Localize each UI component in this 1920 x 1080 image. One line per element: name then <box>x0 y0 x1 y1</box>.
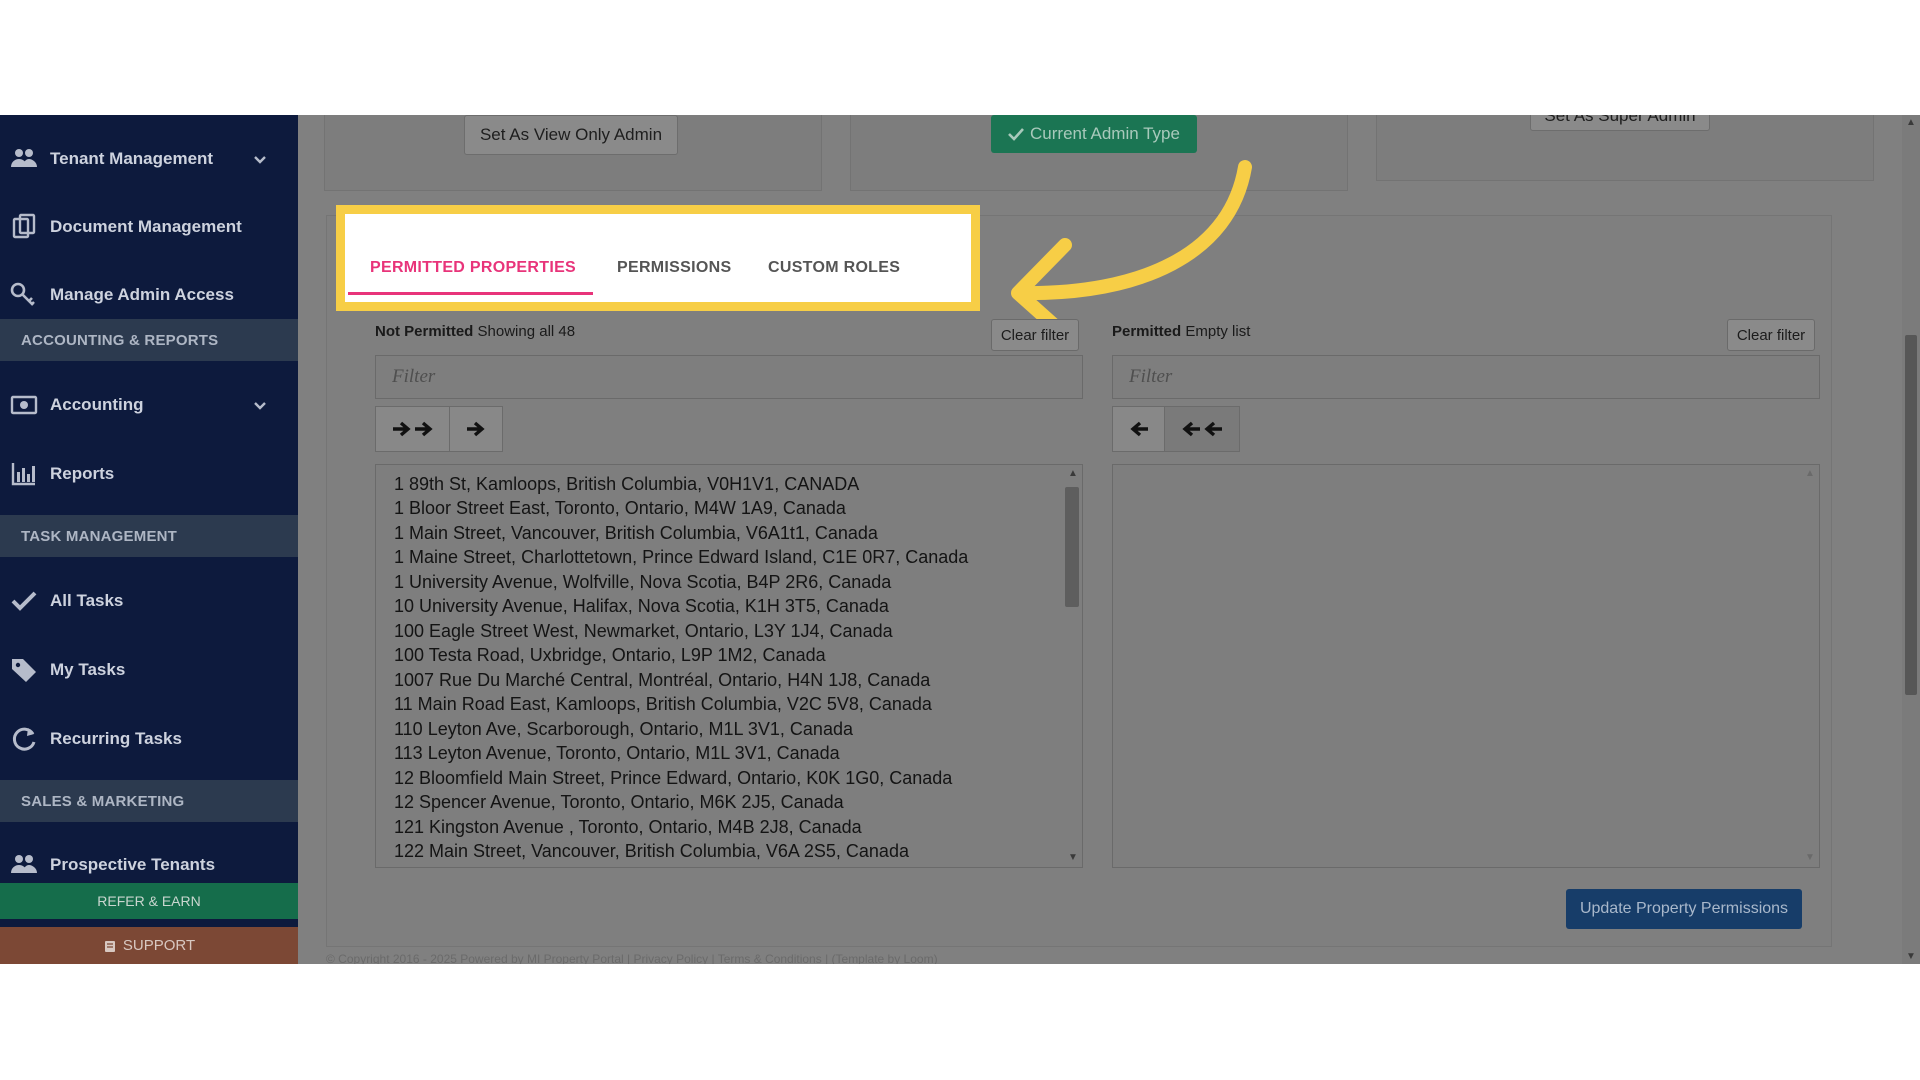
sidebar-item-tenant-management[interactable]: Tenant Management <box>0 127 298 191</box>
tab-custom-roles[interactable]: CUSTOM ROLES <box>768 259 900 277</box>
list-item[interactable]: 110 Leyton Ave, Scarborough, Ontario, M1… <box>394 719 853 740</box>
move-selected-right-button[interactable] <box>449 406 503 452</box>
list-item[interactable]: 1007 Rue Du Marché Central, Montréal, On… <box>394 670 930 691</box>
refer-earn-button[interactable]: REFER & EARN <box>0 883 298 919</box>
sidebar-item-reports[interactable]: Reports <box>0 442 298 506</box>
arrow-left-icon <box>1130 421 1148 437</box>
list-item[interactable]: 1 Bloor Street East, Toronto, Ontario, M… <box>394 498 846 519</box>
chevron-down-icon <box>254 156 266 164</box>
sidebar-item-accounting[interactable]: Accounting <box>0 373 298 437</box>
page-scrollbar-thumb[interactable] <box>1905 335 1917 695</box>
move-all-left-button[interactable] <box>1164 406 1240 452</box>
clear-filter-button-not-permitted[interactable]: Clear filter <box>991 319 1079 351</box>
sidebar-item-recurring-tasks[interactable]: Recurring Tasks <box>0 707 298 771</box>
list-item[interactable]: 12 Spencer Avenue, Toronto, Ontario, M6K… <box>394 792 844 813</box>
clear-filter-button-permitted[interactable]: Clear filter <box>1727 319 1815 351</box>
set-super-admin-button[interactable]: Set As Super Admin <box>1530 115 1710 131</box>
section-task-management: TASK MANAGEMENT <box>0 515 298 557</box>
users-icon <box>11 855 37 873</box>
permitted-header: Permitted Empty list <box>1112 323 1251 340</box>
scroll-up-icon[interactable]: ▲ <box>1805 469 1815 479</box>
not-permitted-listbox[interactable]: 1 89th St, Kamloops, British Columbia, V… <box>375 464 1083 868</box>
list-item[interactable]: 1 University Avenue, Wolfville, Nova Sco… <box>394 572 891 593</box>
annotation-arrow-icon <box>1011 160 1252 325</box>
sidebar-item-label: Prospective Tenants <box>50 855 216 874</box>
listbox-scrollbar[interactable]: ▲ ▼ <box>1064 465 1082 867</box>
double-arrow-right-icon <box>393 421 433 437</box>
app-window: Tenant Management Document Management Ma… <box>0 115 1920 964</box>
footer-copyright: © Copyright 2016 - 2025 Powered by MI Pr… <box>326 952 938 964</box>
sidebar-item-label: Document Management <box>50 217 242 236</box>
sidebar-item-label: Manage Admin Access <box>50 285 234 304</box>
listbox-scrollbar[interactable]: ▲ ▼ <box>1801 465 1819 867</box>
support-button[interactable]: SUPPORT <box>0 927 298 964</box>
scroll-up-icon[interactable]: ▲ <box>1068 469 1078 479</box>
active-tab-indicator <box>348 292 593 295</box>
ticket-icon <box>104 940 115 952</box>
list-item[interactable]: 1 Main Street, Vancouver, British Columb… <box>394 523 878 544</box>
scrollbar-thumb[interactable] <box>1065 487 1079 607</box>
sidebar-item-my-tasks[interactable]: My Tasks <box>0 638 298 702</box>
list-item[interactable]: 10 University Avenue, Halifax, Nova Scot… <box>394 596 889 617</box>
scroll-down-icon[interactable]: ▼ <box>1805 853 1815 863</box>
sidebar-item-all-tasks[interactable]: All Tasks <box>0 569 298 633</box>
scroll-up-icon[interactable]: ▲ <box>1906 117 1916 128</box>
set-view-only-admin-button[interactable]: Set As View Only Admin <box>464 115 678 155</box>
money-icon <box>10 395 38 415</box>
tag-icon <box>12 659 36 682</box>
section-accounting-reports: ACCOUNTING & REPORTS <box>0 319 298 361</box>
sidebar-item-manage-admin-access[interactable]: Manage Admin Access <box>0 263 298 327</box>
double-arrow-left-icon <box>1182 421 1222 437</box>
tab-permitted-properties[interactable]: PERMITTED PROPERTIES <box>370 259 576 277</box>
update-property-permissions-button[interactable]: Update Property Permissions <box>1566 889 1802 929</box>
move-selected-left-button[interactable] <box>1112 406 1166 452</box>
list-item[interactable]: 1 89th St, Kamloops, British Columbia, V… <box>394 474 859 495</box>
list-item[interactable]: 1 Maine Street, Charlottetown, Prince Ed… <box>394 547 968 568</box>
sidebar-item-label: Recurring Tasks <box>50 729 182 748</box>
tab-permissions[interactable]: PERMISSIONS <box>617 259 731 277</box>
list-item[interactable]: 121 Kingston Avenue , Toronto, Ontario, … <box>394 817 862 838</box>
filter-input-permitted[interactable] <box>1112 355 1820 399</box>
arrow-right-icon <box>467 421 485 437</box>
list-item[interactable]: 11 Main Road East, Kamloops, British Col… <box>394 694 932 715</box>
move-all-right-button[interactable] <box>375 406 451 452</box>
sidebar: Tenant Management Document Management Ma… <box>0 115 298 964</box>
scroll-down-icon[interactable]: ▼ <box>1906 951 1916 962</box>
scroll-down-icon[interactable]: ▼ <box>1068 853 1078 863</box>
tabs-highlight-box: PERMITTED PROPERTIES PERMISSIONS CUSTOM … <box>336 205 980 311</box>
sidebar-item-document-management[interactable]: Document Management <box>0 195 298 259</box>
chevron-down-icon <box>254 402 266 410</box>
sidebar-item-label: Tenant Management <box>50 149 214 168</box>
list-item[interactable]: 113 Leyton Avenue, Toronto, Ontario, M1L… <box>394 743 840 764</box>
list-item[interactable]: 12 Bloomfield Main Street, Prince Edward… <box>394 768 952 789</box>
not-permitted-header: Not Permitted Showing all 48 <box>375 323 576 340</box>
documents-icon <box>12 213 36 239</box>
page-scrollbar[interactable]: ▲ ▼ <box>1902 115 1920 964</box>
filter-input-not-permitted[interactable] <box>375 355 1083 399</box>
list-item[interactable]: 122 Main Street, Vancouver, British Colu… <box>394 841 909 862</box>
bar-chart-icon <box>11 463 35 486</box>
refresh-icon <box>12 727 36 751</box>
users-icon <box>11 149 37 167</box>
section-sales-marketing: SALES & MARKETING <box>0 780 298 822</box>
check-icon <box>11 591 37 611</box>
key-icon <box>10 282 35 306</box>
sidebar-item-label: Accounting <box>50 395 144 414</box>
check-icon <box>1008 128 1024 141</box>
sidebar-item-label: My Tasks <box>50 660 126 679</box>
permitted-listbox[interactable]: ▲ ▼ <box>1112 464 1820 868</box>
sidebar-item-label: All Tasks <box>50 591 124 610</box>
sidebar-item-label: Reports <box>50 464 115 483</box>
list-item[interactable]: 100 Testa Road, Uxbridge, Ontario, L9P 1… <box>394 645 826 666</box>
list-item[interactable]: 100 Eagle Street West, Newmarket, Ontari… <box>394 621 893 642</box>
